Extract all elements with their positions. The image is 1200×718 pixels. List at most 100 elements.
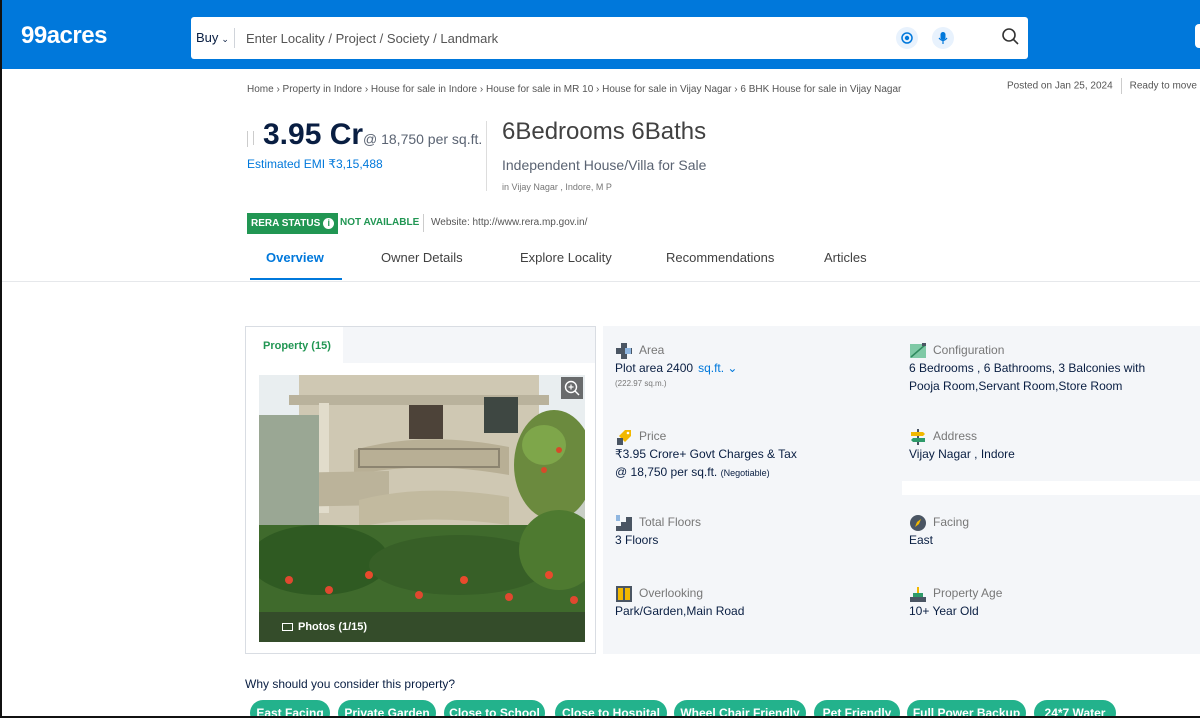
zoom-button[interactable] xyxy=(561,377,583,399)
image-icon xyxy=(282,623,293,632)
zoom-in-icon xyxy=(564,380,580,396)
signpost-icon xyxy=(909,428,927,446)
rera-availability: NOT AVAILABLE xyxy=(340,217,420,228)
detail-price-label: Price xyxy=(639,429,667,443)
voice-search-button[interactable] xyxy=(932,27,954,49)
floors-icon xyxy=(615,514,633,532)
detail-age-heading: Property Age xyxy=(909,584,1179,602)
search-divider xyxy=(234,28,235,48)
detail-overlooking-value: Park/Garden,Main Road xyxy=(615,604,745,618)
photos-counter-text: Photos (1/15) xyxy=(298,621,368,633)
breadcrumb[interactable]: Home › Property in Indore › House for sa… xyxy=(247,84,901,95)
listing-title: 6Bedrooms 6Baths xyxy=(502,118,707,145)
header-menu-button[interactable] xyxy=(1195,24,1200,48)
detail-area-heading: Area xyxy=(615,341,895,359)
feature-chip[interactable]: East Facing xyxy=(250,700,330,716)
rera-badge-label: RERA STATUS xyxy=(251,218,321,229)
detail-floors-heading: Total Floors xyxy=(615,513,895,531)
listing-price: 3.95 Cr xyxy=(263,118,364,151)
feature-chip[interactable]: Full Power Backup xyxy=(907,700,1026,716)
detail-configuration-value: 6 Bedrooms , 6 Bathrooms, 3 Balconies wi… xyxy=(909,361,1146,393)
rera-status-badge[interactable]: RERA STATUS i xyxy=(247,213,339,234)
detail-address-label: Address xyxy=(933,429,978,443)
info-icon[interactable]: i xyxy=(323,218,335,229)
detail-price: Price ₹3.95 Crore+ Govt Charges & Tax @ … xyxy=(615,427,895,482)
detail-configuration-label: Configuration xyxy=(933,343,1005,357)
microphone-icon xyxy=(938,32,948,44)
detail-floors-label: Total Floors xyxy=(639,515,702,529)
estimated-emi-link[interactable]: Estimated EMI ₹3,15,488 xyxy=(247,157,383,171)
locate-me-button[interactable] xyxy=(896,27,918,49)
feature-chip[interactable]: 24*7 Water xyxy=(1034,700,1116,716)
price-title-divider xyxy=(486,121,487,191)
tab-explore-locality[interactable]: Explore Locality xyxy=(520,250,612,265)
detail-area: Area Plot area 2400 sq.ft. ⌄ (222.97 sq.m… xyxy=(615,341,895,388)
detail-facing-label: Facing xyxy=(933,515,970,529)
detail-overlooking-label: Overlooking xyxy=(639,586,704,600)
area-unit-label: sq.ft. xyxy=(698,361,725,375)
price-per-sqft: @ 18,750 per sq.ft. xyxy=(363,131,483,147)
detail-address: Address Vijay Nagar , Indore xyxy=(909,427,1179,463)
location-target-icon xyxy=(901,32,913,44)
search-bar: Buy ⌄ xyxy=(191,17,1028,59)
photo-card: Property (15) Photos (1/15) xyxy=(245,326,596,654)
site-logo[interactable]: 99acres xyxy=(21,22,107,50)
photo-tab-property[interactable]: Property (15) xyxy=(246,327,343,364)
search-mode-dropdown[interactable]: Buy ⌄ xyxy=(196,30,229,45)
detail-price-value-row2: @ 18,750 per sq.ft. (Negotiable) xyxy=(615,463,895,482)
feature-chip[interactable]: Close to School xyxy=(444,700,545,716)
feature-chip[interactable]: Close to Hospital xyxy=(555,700,667,716)
area-unit-dropdown[interactable]: sq.ft. ⌄ xyxy=(698,361,737,375)
detail-area-value: Plot area 2400 xyxy=(615,361,694,375)
rera-website: Website: http://www.rera.mp.gov.in/ xyxy=(431,217,588,228)
listing-location: in Vijay Nagar , Indore, M P xyxy=(502,182,612,192)
detail-age-value: 10+ Year Old xyxy=(909,604,979,618)
calendar-icon xyxy=(909,585,927,603)
detail-area-value-row: Plot area 2400 sq.ft. ⌄ xyxy=(615,359,895,377)
detail-address-heading: Address xyxy=(909,427,1179,445)
feature-chip[interactable]: Wheel Chair Friendly xyxy=(674,700,806,716)
search-input[interactable] xyxy=(246,28,806,48)
active-tab-indicator xyxy=(250,278,342,280)
detail-price-value: ₹3.95 Crore+ Govt Charges & Tax xyxy=(615,447,797,461)
detail-facing-value: East xyxy=(909,533,934,547)
posted-info: Posted on Jan 25, 2024 Ready to move xyxy=(1007,78,1197,94)
rupee-icon xyxy=(247,131,259,147)
detail-address-value: Vijay Nagar , Indore xyxy=(909,447,1015,461)
detail-price-per-sqft: @ 18,750 per sq.ft. xyxy=(615,465,718,479)
top-header: 99acres Buy ⌄ xyxy=(2,0,1200,69)
price-tag-icon xyxy=(615,428,633,446)
photos-counter[interactable]: Photos (1/15) xyxy=(259,612,585,642)
tab-owner-details[interactable]: Owner Details xyxy=(381,250,463,265)
window-icon xyxy=(615,585,633,603)
detail-configuration: Configuration 6 Bedrooms , 6 Bathrooms, … xyxy=(909,341,1179,395)
detail-property-age: Property Age 10+ Year Old xyxy=(909,584,1179,620)
search-button[interactable] xyxy=(999,25,1023,49)
search-mode-label: Buy xyxy=(196,30,219,45)
feature-chip[interactable]: Pet Friendly xyxy=(814,700,900,716)
detail-total-floors: Total Floors 3 Floors xyxy=(615,513,895,549)
detail-facing: Facing East xyxy=(909,513,1179,549)
tab-articles[interactable]: Articles xyxy=(824,250,867,265)
detail-overlooking: Overlooking Park/Garden,Main Road xyxy=(615,584,895,620)
compass-icon xyxy=(909,514,927,532)
detail-overlooking-heading: Overlooking xyxy=(615,584,895,602)
posted-divider xyxy=(1120,78,1122,94)
property-photo[interactable]: Photos (1/15) xyxy=(259,375,585,642)
posted-date: Posted on Jan 25, 2024 xyxy=(1007,80,1113,92)
feature-chip[interactable]: Private Garden xyxy=(338,700,436,716)
page-frame: 99acres Buy ⌄ Enter Locality / Project /… xyxy=(0,0,1200,718)
tab-recommendations[interactable]: Recommendations xyxy=(666,250,774,265)
negotiable-tag: (Negotiable) xyxy=(720,468,770,478)
detail-area-note: (222.97 sq.m.) xyxy=(615,379,667,388)
area-icon xyxy=(615,342,633,360)
tabs-divider xyxy=(2,281,1200,282)
detail-area-label: Area xyxy=(639,343,665,357)
photo-tab-bar: Property (15) xyxy=(246,327,595,364)
tab-overview[interactable]: Overview xyxy=(266,250,324,265)
why-consider-heading: Why should you consider this property? xyxy=(245,677,456,691)
rera-divider xyxy=(423,214,424,232)
possession-status: Ready to move xyxy=(1129,80,1197,92)
chevron-down-icon: ⌄ xyxy=(221,34,229,44)
detail-price-heading: Price xyxy=(615,427,895,445)
